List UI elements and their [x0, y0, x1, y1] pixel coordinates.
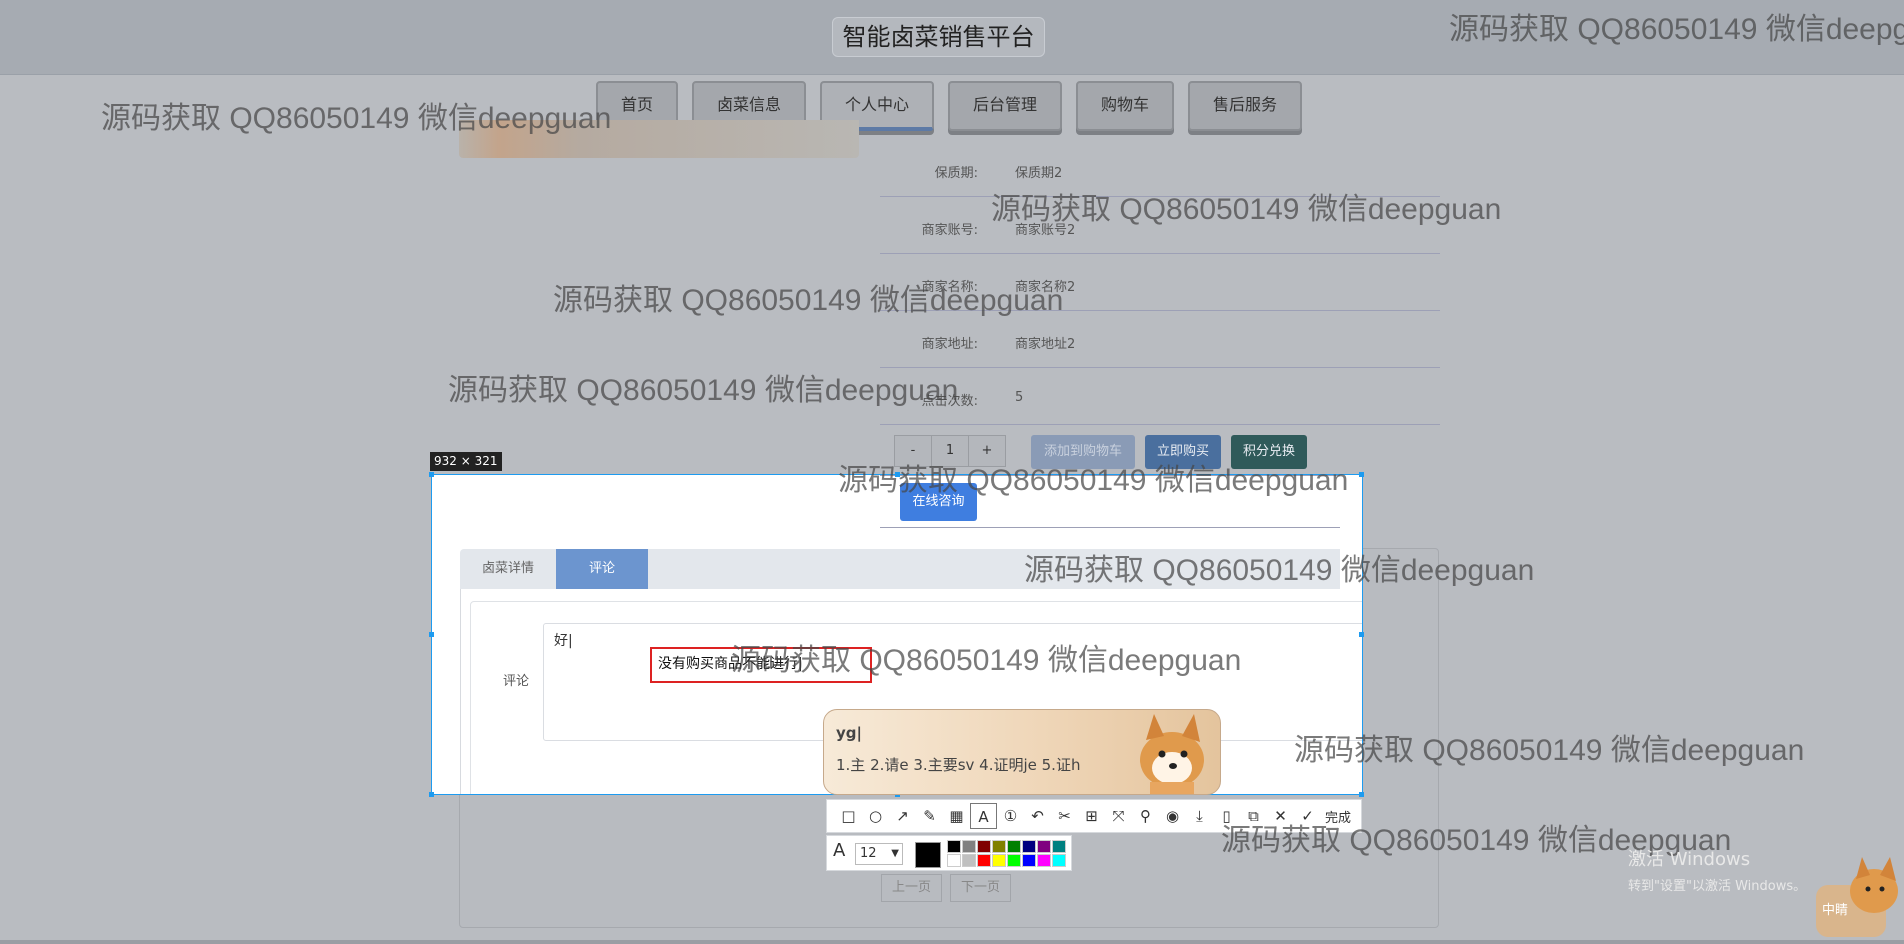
- ime-mode-label: 中睛: [1822, 903, 1849, 918]
- mosaic-icon[interactable]: ▦: [943, 803, 970, 829]
- activation-title: 激活 Windows: [1628, 849, 1751, 870]
- color-swatch[interactable]: [977, 840, 991, 853]
- text-style-bar: A 12 ▼: [826, 835, 1072, 871]
- resize-handle[interactable]: [429, 792, 434, 797]
- color-swatch[interactable]: [1022, 854, 1036, 867]
- info-value: 保质期2: [1015, 166, 1063, 181]
- text-icon[interactable]: A: [970, 803, 997, 829]
- resize-handle[interactable]: [429, 472, 434, 477]
- info-value: 商家地址2: [1015, 337, 1076, 352]
- color-swatch[interactable]: [1007, 840, 1021, 853]
- watermark: 源码获取 QQ86050149 微信deepguan: [448, 374, 959, 407]
- ime-candidate-panel: yg| 1.主 2.请e 3.主要sv 4.证明je 5.证h: [823, 709, 1221, 795]
- watermark: 源码获取 QQ86050149 微信deepguan: [1294, 734, 1805, 767]
- current-color-swatch[interactable]: [915, 842, 941, 868]
- color-palette: [947, 840, 1067, 867]
- chevron-down-icon: ▼: [891, 848, 899, 859]
- color-swatch[interactable]: [947, 854, 961, 867]
- color-swatch[interactable]: [1037, 854, 1051, 867]
- watermark: 源码获取 QQ86050149 微信deepguan: [838, 464, 1349, 497]
- ellipse-icon[interactable]: ○: [862, 803, 889, 829]
- scroll-icon[interactable]: ⤧: [1105, 803, 1132, 829]
- color-swatch[interactable]: [992, 840, 1006, 853]
- windows-activation-notice: 激活 Windows 转到"设置"以激活 Windows。: [1628, 845, 1806, 894]
- watermark: 源码获取 QQ86050149 微信deepguan: [1449, 13, 1904, 46]
- tab-product-detail[interactable]: 卤菜详情: [460, 549, 556, 589]
- ocr-icon[interactable]: ⊞: [1078, 803, 1105, 829]
- color-swatch[interactable]: [1007, 854, 1021, 867]
- rect-icon[interactable]: □: [835, 803, 862, 829]
- nav-cart[interactable]: 购物车: [1076, 81, 1174, 131]
- watermark: 源码获取 QQ86050149 微信deepguan: [991, 193, 1502, 226]
- comment-text: 好|: [554, 633, 573, 649]
- info-value: 5: [1015, 390, 1024, 405]
- activation-subtitle: 转到"设置"以激活 Windows。: [1628, 879, 1807, 894]
- info-row-click-count: 点击次数: 5: [880, 368, 1440, 425]
- color-swatch[interactable]: [977, 854, 991, 867]
- pin-icon[interactable]: ⚲: [1132, 803, 1159, 829]
- download-icon[interactable]: ⤓: [1186, 803, 1213, 829]
- record-icon[interactable]: ◉: [1159, 803, 1186, 829]
- color-swatch[interactable]: [1052, 854, 1066, 867]
- nav-after-sales[interactable]: 售后服务: [1188, 81, 1302, 131]
- number-icon[interactable]: ①: [997, 803, 1024, 829]
- comment-label: 评论: [503, 674, 530, 689]
- font-size-value: 12: [860, 846, 877, 861]
- ime-candidates[interactable]: 1.主 2.请e 3.主要sv 4.证明je 5.证h: [836, 754, 1080, 775]
- color-swatch[interactable]: [1052, 840, 1066, 853]
- info-label: 保质期:: [934, 166, 978, 181]
- site-title: 智能卤菜销售平台: [832, 17, 1045, 57]
- info-label: 商家地址:: [921, 337, 978, 352]
- shiba-dog-icon: [1816, 857, 1898, 937]
- watermark: 源码获取 QQ86050149 微信deepguan: [553, 284, 1064, 317]
- arrow-icon[interactable]: ↗: [889, 803, 916, 829]
- color-swatch[interactable]: [962, 854, 976, 867]
- color-swatch[interactable]: [962, 840, 976, 853]
- resize-handle[interactable]: [1359, 632, 1364, 637]
- shiba-dog-icon: [1140, 714, 1204, 794]
- font-icon: A: [833, 840, 846, 861]
- cutout-icon[interactable]: ✂: [1051, 803, 1078, 829]
- undo-icon[interactable]: ↶: [1024, 803, 1051, 829]
- ime-status-widget[interactable]: 中睛: [1812, 855, 1904, 940]
- watermark: 源码获取 QQ86050149 微信deepguan: [101, 102, 612, 135]
- watermark: 源码获取 QQ86050149 微信deepguan: [1024, 554, 1535, 587]
- resize-handle[interactable]: [1359, 472, 1364, 477]
- page-background: 智能卤菜销售平台 首页 卤菜信息 个人中心 后台管理 购物车 售后服务 保质期:…: [0, 0, 1904, 940]
- resize-handle[interactable]: [429, 632, 434, 637]
- color-swatch[interactable]: [1037, 840, 1051, 853]
- pen-icon[interactable]: ✎: [916, 803, 943, 829]
- resize-handle[interactable]: [1359, 792, 1364, 797]
- divider: [880, 527, 1340, 528]
- info-label: 商家账号:: [921, 223, 978, 238]
- color-swatch[interactable]: [1022, 840, 1036, 853]
- info-row-merchant-address: 商家地址: 商家地址2: [880, 311, 1440, 368]
- nav-admin[interactable]: 后台管理: [948, 81, 1062, 131]
- selection-size-label: 932 × 321: [430, 452, 502, 471]
- next-page-button[interactable]: 下一页: [950, 874, 1012, 902]
- watermark: 源码获取 QQ86050149 微信deepguan: [731, 644, 1242, 677]
- color-swatch[interactable]: [992, 854, 1006, 867]
- font-size-select[interactable]: 12 ▼: [855, 843, 903, 865]
- color-swatch[interactable]: [947, 840, 961, 853]
- ime-input: yg|: [836, 724, 862, 742]
- prev-page-button[interactable]: 上一页: [881, 874, 943, 902]
- tab-comments[interactable]: 评论: [556, 549, 648, 589]
